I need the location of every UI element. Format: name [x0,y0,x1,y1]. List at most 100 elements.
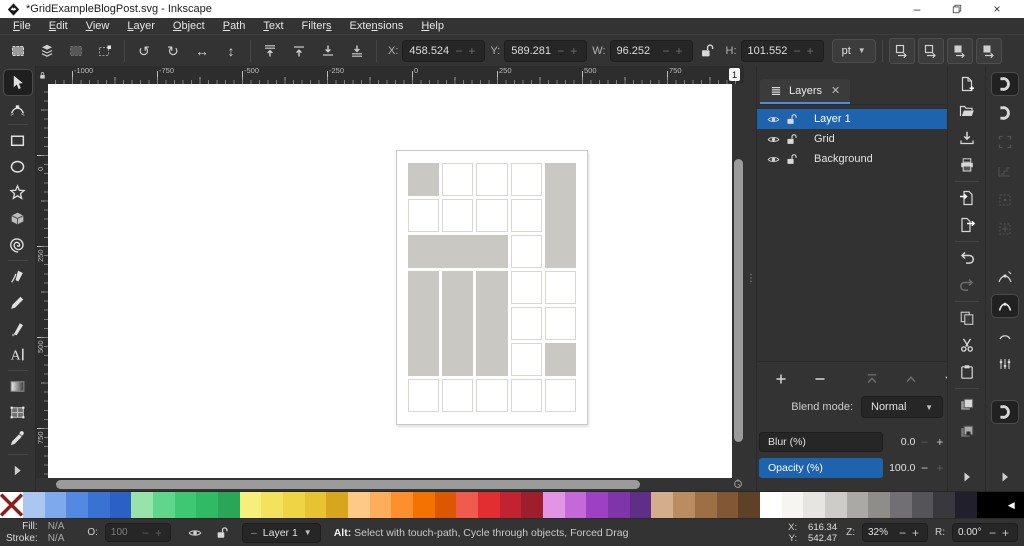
document-open[interactable] [954,100,980,122]
layer-row[interactable]: Background [757,149,948,169]
lock-open-icon[interactable] [782,153,800,166]
more-tools[interactable] [4,458,32,483]
palette-swatch[interactable] [218,492,240,518]
palette-swatch[interactable] [673,492,695,518]
cut[interactable] [954,334,980,356]
rectangle[interactable] [4,128,32,153]
page[interactable] [396,150,588,425]
move-patterns[interactable] [917,37,944,64]
rotate-cw-button[interactable]: + [999,526,1012,540]
eye-icon[interactable] [764,153,782,166]
w-field[interactable]: 96.252− + [609,39,693,62]
grid-cell[interactable] [510,163,542,196]
palette-swatch[interactable] [759,492,782,518]
more-commands[interactable] [954,466,980,488]
h-field[interactable]: 101.552− + [740,39,824,62]
more-snap-options[interactable] [992,466,1018,488]
layer-lock-icon[interactable] [215,526,229,540]
duplicate[interactable] [954,394,980,416]
vertical-ruler[interactable]: 0 250 500 750 [36,84,48,478]
menu-extensions[interactable]: Extensions [341,18,413,34]
grid-cell-filled[interactable] [544,343,576,376]
palette-swatch[interactable] [239,492,262,518]
layer-row[interactable]: Layer 1 [757,109,948,129]
vertical-scrollbar-thumb[interactable] [734,159,743,442]
rotate-ccw[interactable]: ↺ [131,38,157,64]
palette-swatch[interactable] [153,492,175,518]
lower[interactable] [315,38,341,64]
grid-cell[interactable] [544,379,576,412]
palette-swatch[interactable] [803,492,825,518]
raise-layer[interactable] [898,368,924,390]
palette-swatch[interactable] [716,492,739,518]
snap-midpoints[interactable] [992,266,1018,288]
grid-cell[interactable] [476,163,508,196]
move-filters[interactable] [946,37,973,64]
snap-others[interactable] [991,400,1019,424]
blur-slider[interactable]: Blur (%) [759,432,884,452]
palette-swatch[interactable] [326,492,349,518]
eye-icon[interactable] [764,133,782,146]
rotate-cw[interactable]: ↻ [160,38,186,64]
page-indicator[interactable]: 1 [729,68,740,81]
zoom-in-button[interactable]: + [909,526,922,540]
palette-swatch[interactable] [131,492,154,518]
snap-bounding-box[interactable] [992,102,1018,124]
palette-swatch[interactable] [499,492,522,518]
undo[interactable] [954,247,980,269]
tab-layers[interactable]: Layers ✕ [760,79,851,104]
opacity-slider[interactable]: Opacity (%) [759,458,884,478]
x-increment[interactable]: + [465,44,478,58]
grid-cell[interactable] [510,379,542,412]
document-new[interactable] [954,73,980,95]
move-clips[interactable] [975,37,1002,64]
grid-cell[interactable] [544,271,576,304]
palette-swatch[interactable] [629,492,652,518]
horizontal-scrollbar-thumb[interactable] [56,480,640,489]
menu-path[interactable]: Path [214,18,255,34]
lock-ratio-icon[interactable] [699,43,715,59]
palette-swatch[interactable] [846,492,869,518]
snap-page-border[interactable] [992,218,1018,240]
vertical-scrollbar[interactable] [732,84,746,478]
star[interactable] [4,180,32,205]
menu-help[interactable]: Help [412,18,453,34]
snap-intersections[interactable] [992,324,1018,346]
export[interactable] [954,214,980,236]
minimize-button[interactable]: – [897,0,937,18]
palette-swatch[interactable] [521,492,544,518]
paste[interactable] [954,361,980,383]
y-field[interactable]: 589.281− + [504,39,588,62]
add-layer[interactable] [768,368,794,390]
document-save[interactable] [954,127,980,149]
grid-cell[interactable] [510,307,542,340]
lower-to-bottom[interactable] [344,38,370,64]
palette-swatch[interactable] [283,492,305,518]
dropper[interactable] [4,426,32,451]
gradient[interactable] [4,374,32,399]
blur-increment[interactable]: + [934,435,946,449]
snap-paths[interactable] [991,294,1019,318]
palette-swatch[interactable] [261,492,284,518]
grid-cell[interactable] [510,343,542,376]
close-button[interactable]: × [977,0,1017,18]
menu-text[interactable]: Text [254,18,292,34]
palette-swatch[interactable] [88,492,110,518]
palette-swatch[interactable] [456,492,479,518]
import[interactable] [954,187,980,209]
palette-swatch[interactable] [586,492,609,518]
menu-object[interactable]: Object [164,18,214,34]
x-decrement[interactable]: − [452,44,465,58]
eye-icon[interactable] [764,113,782,126]
h-increment[interactable]: + [804,44,817,58]
grid-cell-filled[interactable] [408,163,440,196]
palette-swatch[interactable] [196,492,219,518]
flip-horizontal[interactable]: ↔ [189,38,215,64]
palette-swatch[interactable] [564,492,587,518]
raise-to-top[interactable] [257,38,283,64]
zoom-field[interactable]: 32% − + [862,523,928,542]
blend-mode-dropdown[interactable]: Normal ▼ [861,396,943,418]
horizontal-ruler[interactable]: -1000-750-500-250025050075010001 [48,66,744,84]
palette-swatch[interactable] [651,492,674,518]
w-decrement[interactable]: − [660,44,673,58]
